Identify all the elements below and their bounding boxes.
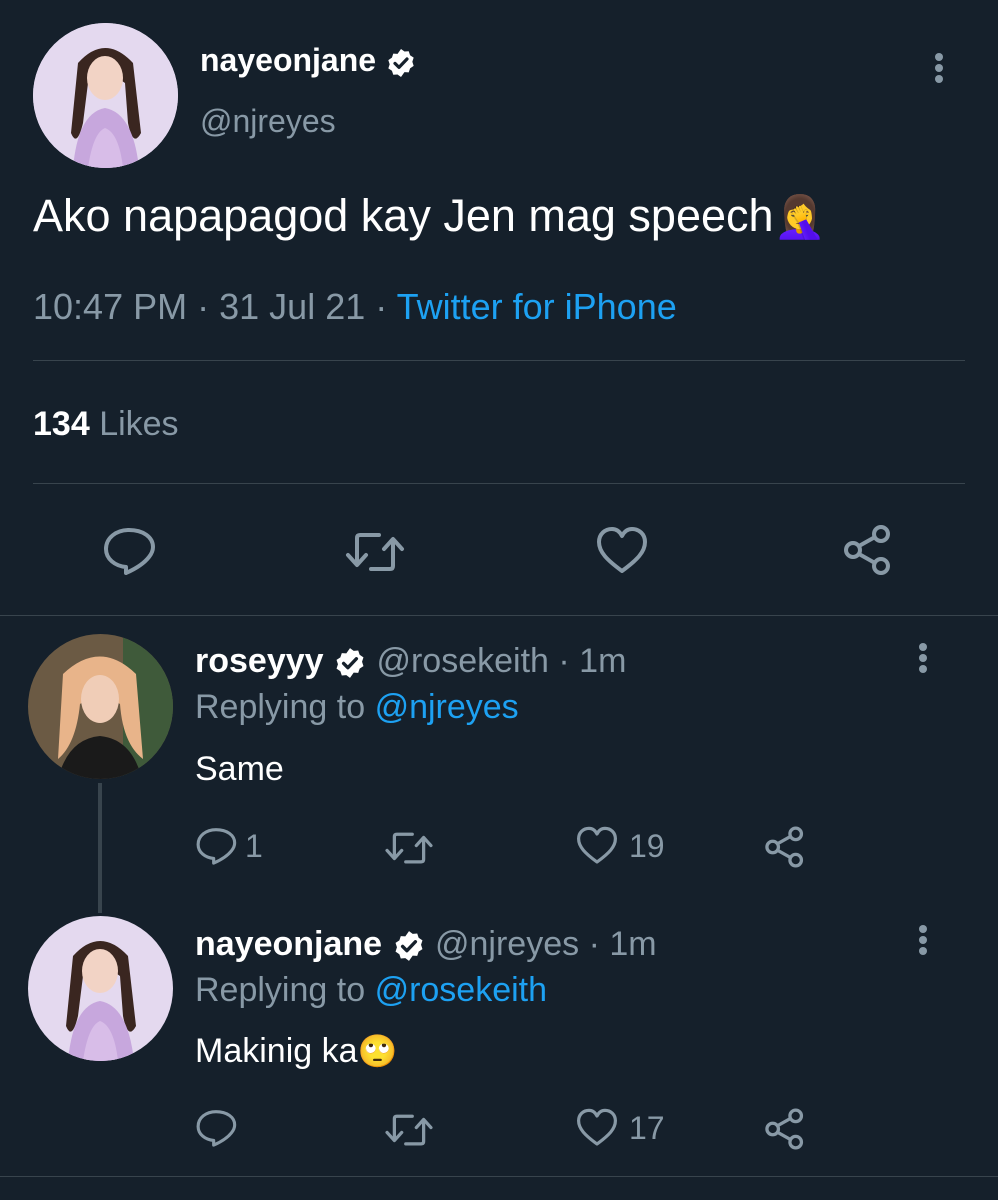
more-options-button[interactable] — [913, 922, 933, 962]
divider — [33, 483, 965, 484]
heart-icon — [597, 527, 647, 573]
share-icon — [765, 826, 804, 868]
reply-display-name[interactable]: roseyyy — [195, 642, 324, 680]
tweet-source-link[interactable]: Twitter for iPhone — [397, 286, 677, 327]
reply-time: · 1m — [588, 925, 657, 963]
eye-roll-emoji: 🙄 — [357, 1033, 398, 1069]
retweet-icon — [385, 832, 433, 864]
meta-separator: · — [197, 286, 210, 327]
avatar-nayeonjane[interactable] — [28, 916, 173, 1061]
verified-badge-icon — [333, 646, 367, 680]
share-icon — [765, 1108, 804, 1150]
comment-icon — [104, 528, 155, 575]
share-icon — [844, 525, 890, 575]
author-handle[interactable]: @njreyes — [200, 103, 336, 140]
divider — [33, 360, 965, 361]
heart-icon — [577, 826, 617, 864]
like-button[interactable]: 17 — [575, 1108, 665, 1148]
share-button[interactable] — [762, 824, 808, 870]
section-divider — [0, 615, 998, 616]
reply-text: Same — [195, 750, 284, 788]
replying-to-link[interactable]: @njreyes — [375, 688, 519, 726]
comment-icon — [196, 1110, 237, 1147]
reply-handle[interactable]: @njreyes — [435, 925, 579, 963]
reply-button[interactable]: 1 — [195, 826, 263, 866]
replying-to-label: Replying to — [195, 688, 366, 726]
meta-separator: · — [375, 286, 388, 327]
tweet-time: 10:47 PM — [33, 286, 188, 327]
reply-display-name[interactable]: nayeonjane — [195, 925, 382, 963]
share-button[interactable] — [840, 522, 896, 578]
author-display-name[interactable]: nayeonjane — [200, 42, 376, 78]
retweet-icon — [346, 533, 404, 571]
tweet-date: 31 Jul 21 — [219, 286, 366, 327]
section-divider — [0, 1176, 998, 1177]
retweet-button[interactable] — [383, 830, 435, 866]
more-options-button[interactable] — [929, 50, 949, 90]
facepalm-emoji: 🤦‍♀️ — [773, 193, 826, 240]
comment-icon — [196, 828, 237, 865]
more-options-button[interactable] — [913, 640, 933, 680]
retweet-icon — [385, 1114, 433, 1146]
share-button[interactable] — [762, 1106, 808, 1152]
replying-to-label: Replying to — [195, 971, 366, 1009]
heart-icon — [577, 1108, 617, 1146]
verified-badge-icon — [392, 929, 426, 963]
reply-count: 1 — [245, 827, 263, 864]
reply-button[interactable] — [195, 1108, 245, 1148]
verified-badge-icon — [385, 47, 417, 79]
like-count: 17 — [629, 1109, 665, 1146]
avatar-nayeonjane[interactable] — [33, 23, 178, 168]
replying-to-link[interactable]: @rosekeith — [375, 971, 547, 1009]
retweet-button[interactable] — [343, 530, 407, 574]
retweet-button[interactable] — [383, 1112, 435, 1148]
reply-handle[interactable]: @rosekeith — [376, 642, 548, 680]
likes-stat[interactable]: 134 Likes — [33, 405, 179, 444]
thread-line — [98, 783, 102, 913]
like-button[interactable] — [595, 526, 649, 576]
likes-label: Likes — [99, 405, 179, 443]
reply-text: Makinig ka — [195, 1032, 358, 1070]
reply-time: · 1m — [558, 642, 627, 680]
like-button[interactable]: 19 — [575, 826, 665, 866]
like-count: 19 — [629, 827, 665, 864]
likes-count: 134 — [33, 405, 90, 443]
tweet-text: Ako napapagod kay Jen mag speech — [33, 190, 774, 241]
avatar-roseyyy[interactable] — [28, 634, 173, 779]
reply-button[interactable] — [102, 526, 156, 576]
